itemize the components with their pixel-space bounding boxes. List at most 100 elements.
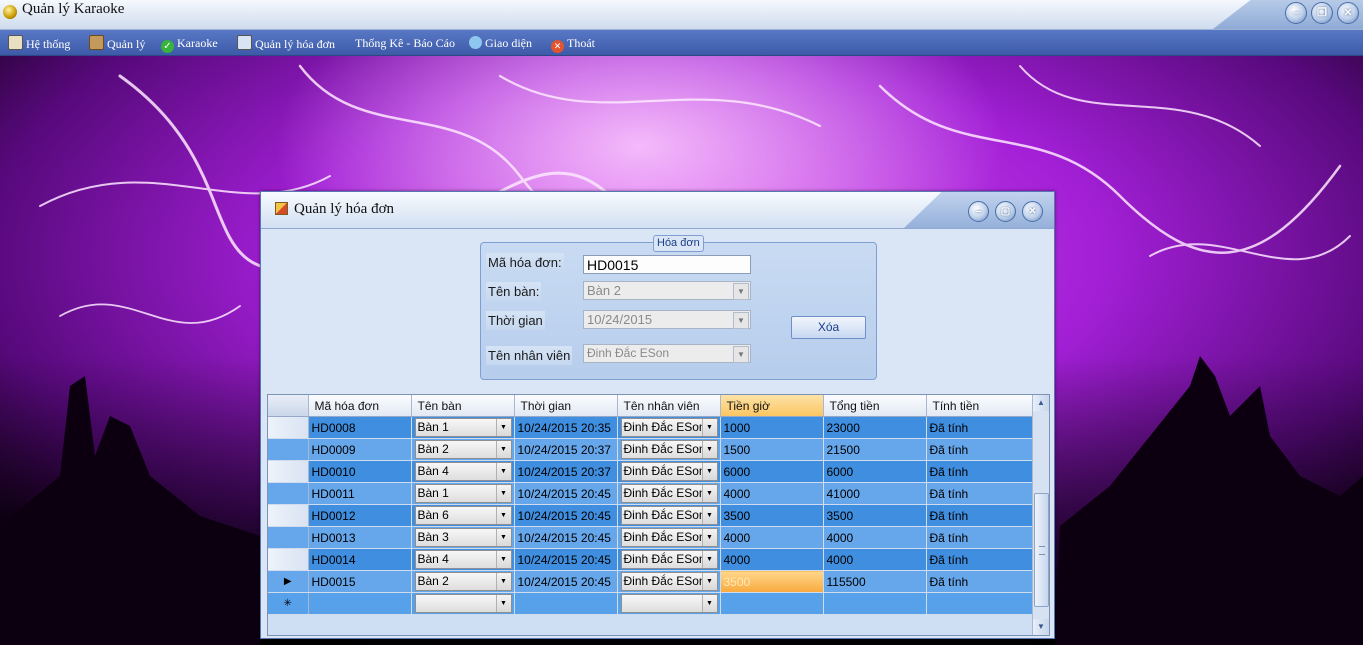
cell-select[interactable]: ▼ [620,594,718,613]
cell-employee[interactable]: Đinh Đắc ESon ▼ [617,526,721,549]
chevron-down-icon[interactable]: ▼ [701,551,717,568]
cell-total[interactable]: 3500 [823,504,927,527]
cell-total[interactable] [823,592,927,615]
column-header[interactable]: Tên bàn [411,395,515,417]
chevron-down-icon[interactable]: ▼ [733,283,749,300]
chevron-down-icon[interactable]: ▼ [495,507,511,524]
cell-employee[interactable]: Đinh Đắc ESon ▼ [617,460,721,483]
row-header[interactable] [268,460,309,483]
menu-thoat[interactable]: ✕ Thoát [551,35,595,53]
vertical-scrollbar[interactable]: ▲ ▼ [1032,395,1049,635]
cell-total[interactable]: 4000 [823,526,927,549]
cell-select[interactable]: Đinh Đắc ESon ▼ [620,462,718,481]
cell-employee[interactable]: Đinh Đắc ESon ▼ [617,504,721,527]
dialog-restore-icon[interactable]: ▢ [995,201,1016,222]
cell-invoice-id[interactable]: HD0015 [308,570,412,593]
chevron-down-icon[interactable]: ▼ [701,507,717,524]
scroll-thumb[interactable] [1034,493,1049,607]
cell-invoice-id[interactable] [308,592,412,615]
chevron-down-icon[interactable]: ▼ [701,419,717,436]
cell-calculated[interactable]: Đã tính [926,416,1033,439]
date-picker[interactable]: 10/24/2015 ▼ [583,310,751,329]
cell-select[interactable]: Bàn 3 ▼ [414,528,512,547]
chevron-down-icon[interactable]: ▼ [733,346,749,363]
chevron-down-icon[interactable]: ▼ [701,485,717,502]
cell-select[interactable]: Đinh Đắc ESon ▼ [620,440,718,459]
cell-hourly-charge[interactable]: 4000 [720,526,824,549]
cell-calculated[interactable]: Đã tính [926,570,1033,593]
table-row[interactable]: ▶ HD0015 Bàn 2 ▼ 10/24/2015 20:45 Đinh Đắc ES… [268,570,1033,593]
cell-select[interactable]: ▼ [414,594,512,613]
cell-table-name[interactable]: Bàn 4 ▼ [411,460,515,483]
cell-hourly-charge[interactable]: 4000 [720,482,824,505]
table-row[interactable]: HD0011 Bàn 1 ▼ 10/24/2015 20:45 Đinh Đắc ESo… [268,482,1033,505]
chevron-down-icon[interactable]: ▼ [701,595,717,612]
cell-total[interactable]: 4000 [823,548,927,571]
table-row[interactable]: HD0010 Bàn 4 ▼ 10/24/2015 20:37 Đinh Đắc ESo… [268,460,1033,483]
chevron-down-icon[interactable]: ▼ [495,419,511,436]
cell-select[interactable]: Bàn 4 ▼ [414,462,512,481]
cell-select[interactable]: Đinh Đắc ESon ▼ [620,550,718,569]
cell-invoice-id[interactable]: HD0008 [308,416,412,439]
chevron-down-icon[interactable]: ▼ [733,312,749,329]
column-header[interactable]: Tính tiền [926,395,1033,417]
cell-invoice-id[interactable]: HD0012 [308,504,412,527]
new-row[interactable]: ✳ ▼ ▼ [268,592,1033,615]
cell-invoice-id[interactable]: HD0011 [308,482,412,505]
cell-select[interactable]: Đinh Đắc ESon ▼ [620,484,718,503]
cell-select[interactable]: Bàn 1 ▼ [414,484,512,503]
chevron-down-icon[interactable]: ▼ [495,551,511,568]
cell-table-name[interactable]: ▼ [411,592,515,615]
cell-table-name[interactable]: Bàn 3 ▼ [411,526,515,549]
cell-time[interactable]: 10/24/2015 20:45 [514,548,618,571]
cell-select[interactable]: Bàn 1 ▼ [414,418,512,437]
table-row[interactable]: HD0013 Bàn 3 ▼ 10/24/2015 20:45 Đinh Đắc ESo… [268,526,1033,549]
cell-invoice-id[interactable]: HD0009 [308,438,412,461]
cell-table-name[interactable]: Bàn 2 ▼ [411,570,515,593]
new-row-icon[interactable]: ✳ [268,592,309,615]
chevron-down-icon[interactable]: ▼ [495,529,511,546]
minimize-icon[interactable]: – [1285,2,1307,24]
cell-time[interactable]: 10/24/2015 20:45 [514,504,618,527]
table-row[interactable]: HD0014 Bàn 4 ▼ 10/24/2015 20:45 Đinh Đắc ESo… [268,548,1033,571]
cell-hourly-charge[interactable]: 3500 [720,570,824,593]
table-row[interactable]: HD0008 Bàn 1 ▼ 10/24/2015 20:35 Đinh Đắc ESo… [268,416,1033,439]
chevron-down-icon[interactable]: ▼ [495,485,511,502]
cell-calculated[interactable]: Đã tính [926,548,1033,571]
invoice-grid[interactable]: Mã hóa đơn Tên bàn Thời gian Tên nhân vi… [267,394,1050,636]
menu-karaoke[interactable]: ✓ Karaoke [161,35,218,53]
cell-time[interactable]: 10/24/2015 20:45 [514,570,618,593]
column-header[interactable]: Mã hóa đơn [308,395,412,417]
chevron-down-icon[interactable]: ▼ [701,573,717,590]
cell-calculated[interactable]: Đã tính [926,438,1033,461]
chevron-down-icon[interactable]: ▼ [701,441,717,458]
cell-table-name[interactable]: Bàn 4 ▼ [411,548,515,571]
select-all-corner[interactable] [268,395,309,417]
cell-select[interactable]: Đinh Đắc ESon ▼ [620,418,718,437]
cell-select[interactable]: Đinh Đắc ESon ▼ [620,528,718,547]
chevron-down-icon[interactable]: ▼ [495,595,511,612]
scroll-up-icon[interactable]: ▲ [1033,395,1049,411]
restore-icon[interactable]: ❐ [1311,2,1333,24]
cell-select[interactable]: Bàn 6 ▼ [414,506,512,525]
row-header[interactable] [268,482,309,505]
cell-select[interactable]: Bàn 2 ▼ [414,440,512,459]
cell-invoice-id[interactable]: HD0010 [308,460,412,483]
cell-total[interactable]: 23000 [823,416,927,439]
cell-hourly-charge[interactable]: 6000 [720,460,824,483]
cell-employee[interactable]: Đinh Đắc ESon ▼ [617,548,721,571]
cell-employee[interactable]: Đinh Đắc ESon ▼ [617,438,721,461]
table-name-select[interactable]: Bàn 2 ▼ [583,281,751,300]
menu-giao-dien[interactable]: Giao diện [469,35,532,51]
cell-employee[interactable]: Đinh Đắc ESon ▼ [617,482,721,505]
cell-total[interactable]: 6000 [823,460,927,483]
cell-hourly-charge[interactable]: 4000 [720,548,824,571]
cell-select[interactable]: Đinh Đắc ESon ▼ [620,572,718,591]
row-header[interactable] [268,438,309,461]
cell-time[interactable]: 10/24/2015 20:37 [514,460,618,483]
cell-time[interactable] [514,592,618,615]
menu-quan-ly[interactable]: Quản lý [89,35,145,51]
row-header[interactable] [268,526,309,549]
chevron-down-icon[interactable]: ▼ [495,441,511,458]
row-header[interactable] [268,504,309,527]
